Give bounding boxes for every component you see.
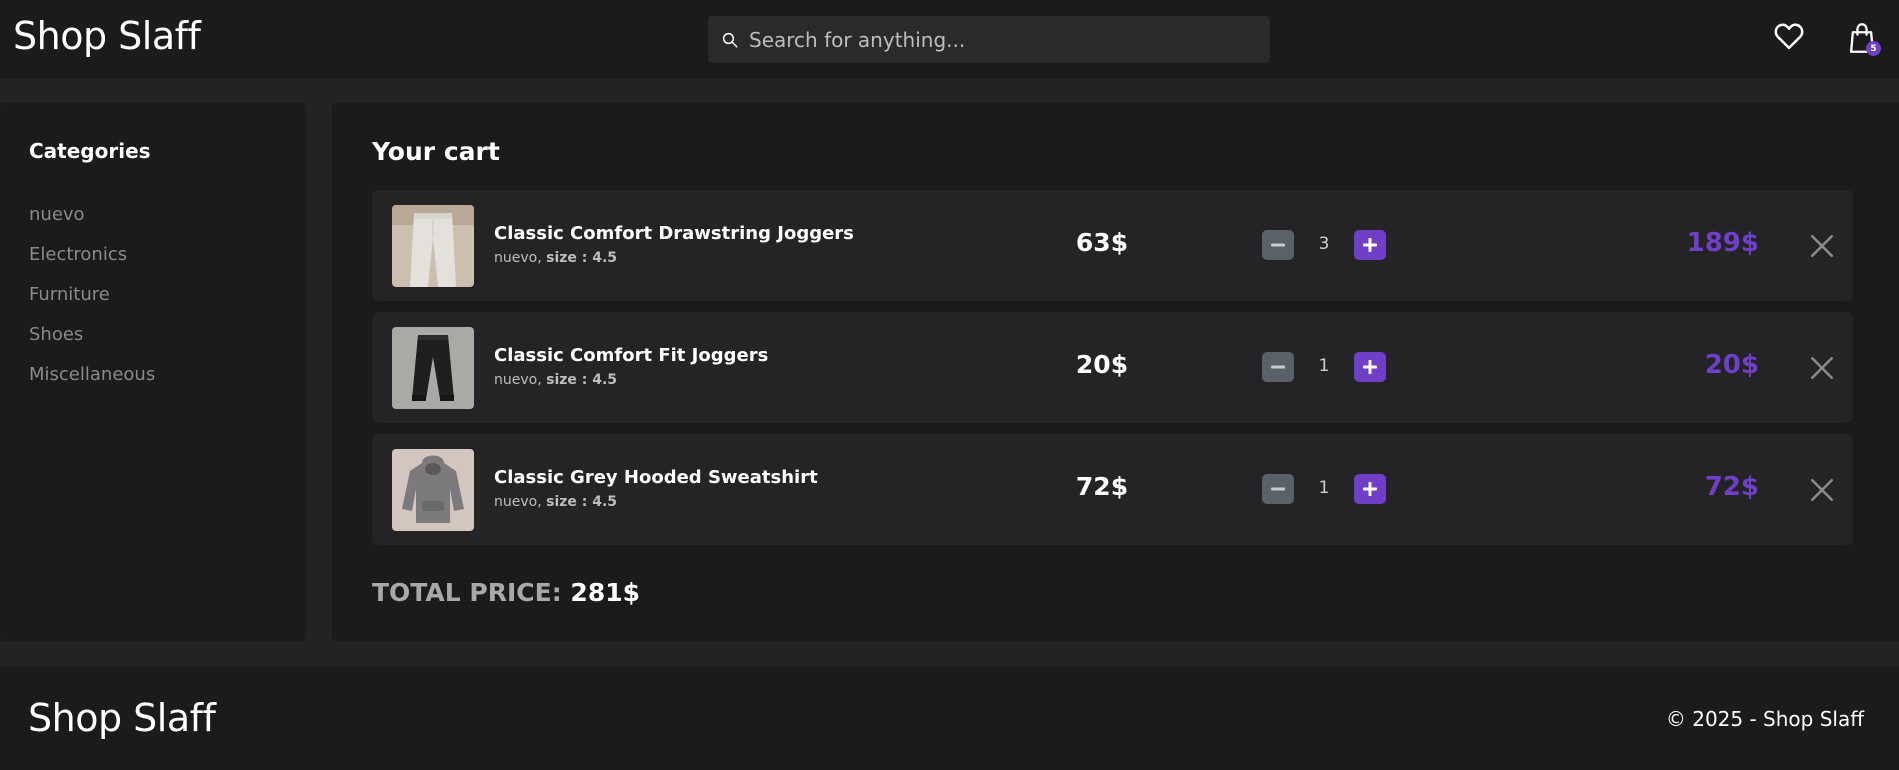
search-bar[interactable]: [708, 16, 1270, 63]
light-grey-joggers-image: [392, 205, 474, 287]
site-header: Shop Slaff 5: [0, 0, 1899, 78]
sidebar-title: Categories: [29, 139, 151, 163]
close-icon[interactable]: [1809, 355, 1835, 381]
black-joggers-image: [392, 327, 474, 409]
unit-price: 63$: [1075, 228, 1129, 257]
category-item-shoes[interactable]: Shoes: [29, 323, 155, 363]
minus-icon: [1271, 365, 1285, 369]
line-total: 20$: [1704, 350, 1759, 380]
cart-panel: Your cart Classic Comfort Drawstring Jog…: [332, 103, 1899, 641]
cart-item: Classic Comfort Fit Joggers nuevo, size …: [372, 312, 1853, 423]
product-meta: nuevo, size : 4.5: [494, 372, 617, 388]
site-logo[interactable]: Shop Slaff: [13, 14, 201, 58]
product-size: size : 4.5: [546, 372, 618, 388]
close-icon[interactable]: [1809, 233, 1835, 259]
footer-logo[interactable]: Shop Slaff: [28, 696, 216, 740]
unit-price: 72$: [1075, 472, 1129, 501]
minus-icon: [1271, 487, 1285, 491]
cart-list: Classic Comfort Drawstring Joggers nuevo…: [372, 190, 1853, 556]
search-icon: [722, 32, 738, 47]
category-item-electronics[interactable]: Electronics: [29, 243, 155, 283]
line-total: 72$: [1704, 472, 1759, 502]
quantity-value: 3: [1318, 234, 1330, 254]
total-price-value: 281$: [570, 578, 641, 607]
product-image[interactable]: [392, 327, 474, 409]
product-name[interactable]: Classic Comfort Fit Joggers: [494, 345, 768, 366]
product-image[interactable]: [392, 449, 474, 531]
cart-count-badge: 5: [1866, 41, 1881, 56]
line-total: 189$: [1686, 228, 1759, 258]
plus-icon: [1363, 482, 1377, 496]
plus-icon: [1363, 238, 1377, 252]
category-item-furniture[interactable]: Furniture: [29, 283, 155, 323]
cart-item: Classic Comfort Drawstring Joggers nuevo…: [372, 190, 1853, 301]
total-price-label: TOTAL PRICE:: [372, 578, 562, 607]
product-meta: nuevo, size : 4.5: [494, 494, 617, 510]
product-category: nuevo,: [494, 250, 542, 266]
total-price: TOTAL PRICE: 281$: [372, 578, 640, 607]
product-name[interactable]: Classic Grey Hooded Sweatshirt: [494, 467, 818, 488]
close-icon[interactable]: [1809, 477, 1835, 503]
grey-hoodie-image: [392, 449, 474, 531]
decrease-quantity-button[interactable]: [1262, 352, 1294, 382]
categories-sidebar: Categories nuevo Electronics Furniture S…: [0, 103, 306, 641]
product-image[interactable]: [392, 205, 474, 287]
increase-quantity-button[interactable]: [1354, 474, 1386, 504]
product-category: nuevo,: [494, 494, 542, 510]
decrease-quantity-button[interactable]: [1262, 230, 1294, 260]
product-category: nuevo,: [494, 372, 542, 388]
unit-price: 20$: [1075, 350, 1129, 379]
category-list: nuevo Electronics Furniture Shoes Miscel…: [29, 203, 155, 403]
search-input[interactable]: [749, 16, 1270, 63]
product-meta: nuevo, size : 4.5: [494, 250, 617, 266]
category-item-nuevo[interactable]: nuevo: [29, 203, 155, 243]
plus-icon: [1363, 360, 1377, 374]
cart-item: Classic Grey Hooded Sweatshirt nuevo, si…: [372, 434, 1853, 545]
heart-icon[interactable]: [1774, 22, 1804, 50]
product-name[interactable]: Classic Comfort Drawstring Joggers: [494, 223, 854, 244]
increase-quantity-button[interactable]: [1354, 230, 1386, 260]
copyright-text: © 2025 - Shop Slaff: [1665, 707, 1864, 731]
quantity-value: 1: [1318, 356, 1330, 376]
cart-title: Your cart: [372, 137, 500, 166]
site-footer: Shop Slaff © 2025 - Shop Slaff: [0, 667, 1899, 770]
increase-quantity-button[interactable]: [1354, 352, 1386, 382]
decrease-quantity-button[interactable]: [1262, 474, 1294, 504]
category-item-miscellaneous[interactable]: Miscellaneous: [29, 363, 155, 403]
minus-icon: [1271, 243, 1285, 247]
product-size: size : 4.5: [546, 494, 618, 510]
product-size: size : 4.5: [546, 250, 618, 266]
quantity-value: 1: [1318, 478, 1330, 498]
